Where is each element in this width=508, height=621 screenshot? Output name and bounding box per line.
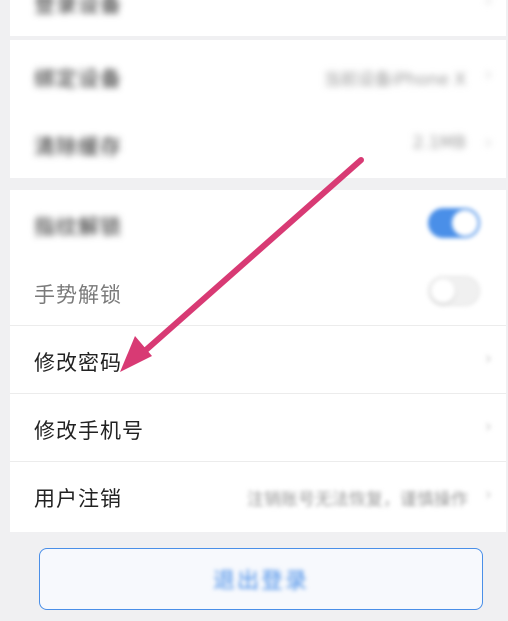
row-value: 注销账号无法恢复，谨慎操作 (247, 490, 468, 510)
settings-row-fingerprint: 指纹解锁 (10, 190, 506, 258)
chevron-right-icon: › (484, 132, 492, 153)
security-group: 指纹解锁 手势解锁 修改密码 › 修改手机号 › 用户注销 注销账号无法恢复，谨… (10, 190, 506, 532)
row-label: 指纹解锁 (34, 215, 122, 239)
row-value: 当前设备iPhone X (323, 70, 466, 90)
top-group: 登录设备 › (10, 0, 506, 36)
chevron-right-icon: › (484, 484, 492, 505)
chevron-right-icon: › (484, 0, 492, 11)
row-value: 2.1MB (412, 133, 466, 153)
chevron-right-icon: › (484, 416, 492, 437)
chevron-right-icon: › (484, 64, 492, 85)
row-label: 用户注销 (34, 487, 122, 511)
row-label: 修改手机号 (34, 419, 144, 443)
logout-button[interactable]: 退出登录 (39, 548, 483, 610)
settings-page: 登录设备 › 绑定设备 当前设备iPhone X › 清除缓存 2.1MB › … (10, 0, 506, 621)
settings-row-bound-device[interactable]: 绑定设备 当前设备iPhone X › (10, 42, 506, 110)
logout-label: 退出登录 (212, 569, 309, 594)
row-label: 绑定设备 (34, 67, 122, 91)
settings-row-gesture: 手势解锁 (10, 258, 506, 326)
row-label: 手势解锁 (34, 283, 122, 307)
settings-row-clear-cache[interactable]: 清除缓存 2.1MB › (10, 110, 506, 178)
chevron-right-icon: › (484, 348, 492, 369)
fingerprint-toggle[interactable] (428, 208, 480, 238)
settings-row-change-password[interactable]: 修改密码 › (10, 326, 506, 394)
settings-row-top[interactable]: 登录设备 › (10, 0, 506, 36)
row-label: 修改密码 (34, 351, 122, 375)
row-label: 清除缓存 (34, 135, 122, 159)
account-group: 绑定设备 当前设备iPhone X › 清除缓存 2.1MB › (10, 40, 506, 178)
settings-row-deactivate[interactable]: 用户注销 注销账号无法恢复，谨慎操作 › (10, 462, 506, 530)
settings-row-change-phone[interactable]: 修改手机号 › (10, 394, 506, 462)
row-label: 登录设备 (34, 0, 122, 17)
gesture-toggle[interactable] (428, 276, 480, 306)
